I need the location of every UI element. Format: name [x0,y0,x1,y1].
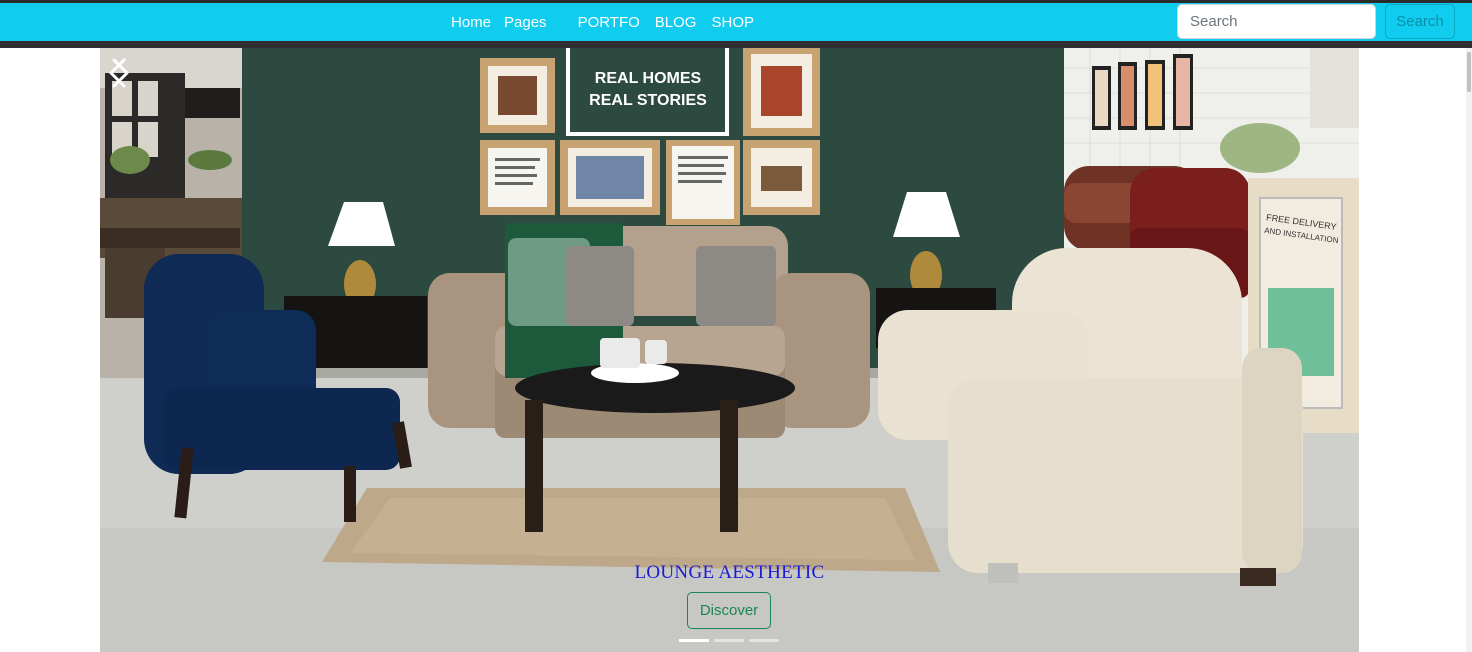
carousel-indicator-1[interactable] [679,639,709,642]
carousel-indicator-2[interactable] [714,639,744,642]
nav-blog-link[interactable]: BLOG [655,14,697,31]
carousel-indicators [679,639,784,642]
wall-sign-line1: REAL HOMES [595,70,702,87]
carousel-indicator-3[interactable] [749,639,779,642]
navbar: Home Pages PORTFO BLOG SHOP Search [0,3,1472,41]
hero-carousel: FREE DELIVERY AND INSTALLATION REAL HOME… [100,48,1359,652]
nav-home-link[interactable]: Home [451,14,491,31]
nav-shop-link[interactable]: SHOP [711,14,754,31]
search-button[interactable]: Search [1385,4,1455,39]
navbar-shadow [0,41,1472,48]
nav-portfo-link[interactable]: PORTFO [578,14,640,31]
page-scrollbar[interactable] [1466,48,1472,652]
carousel-caption-title: LOUNGE AESTHETIC [634,562,825,583]
nav-links: Home Pages PORTFO BLOG SHOP [451,3,754,41]
carousel-next-icon[interactable] [100,48,140,98]
search-input[interactable] [1177,4,1376,39]
nav-pages-link[interactable]: Pages [504,14,547,31]
discover-button[interactable]: Discover [687,592,771,629]
wall-sign-line2: REAL STORIES [589,92,707,109]
page-scrollbar-thumb[interactable] [1467,52,1471,92]
